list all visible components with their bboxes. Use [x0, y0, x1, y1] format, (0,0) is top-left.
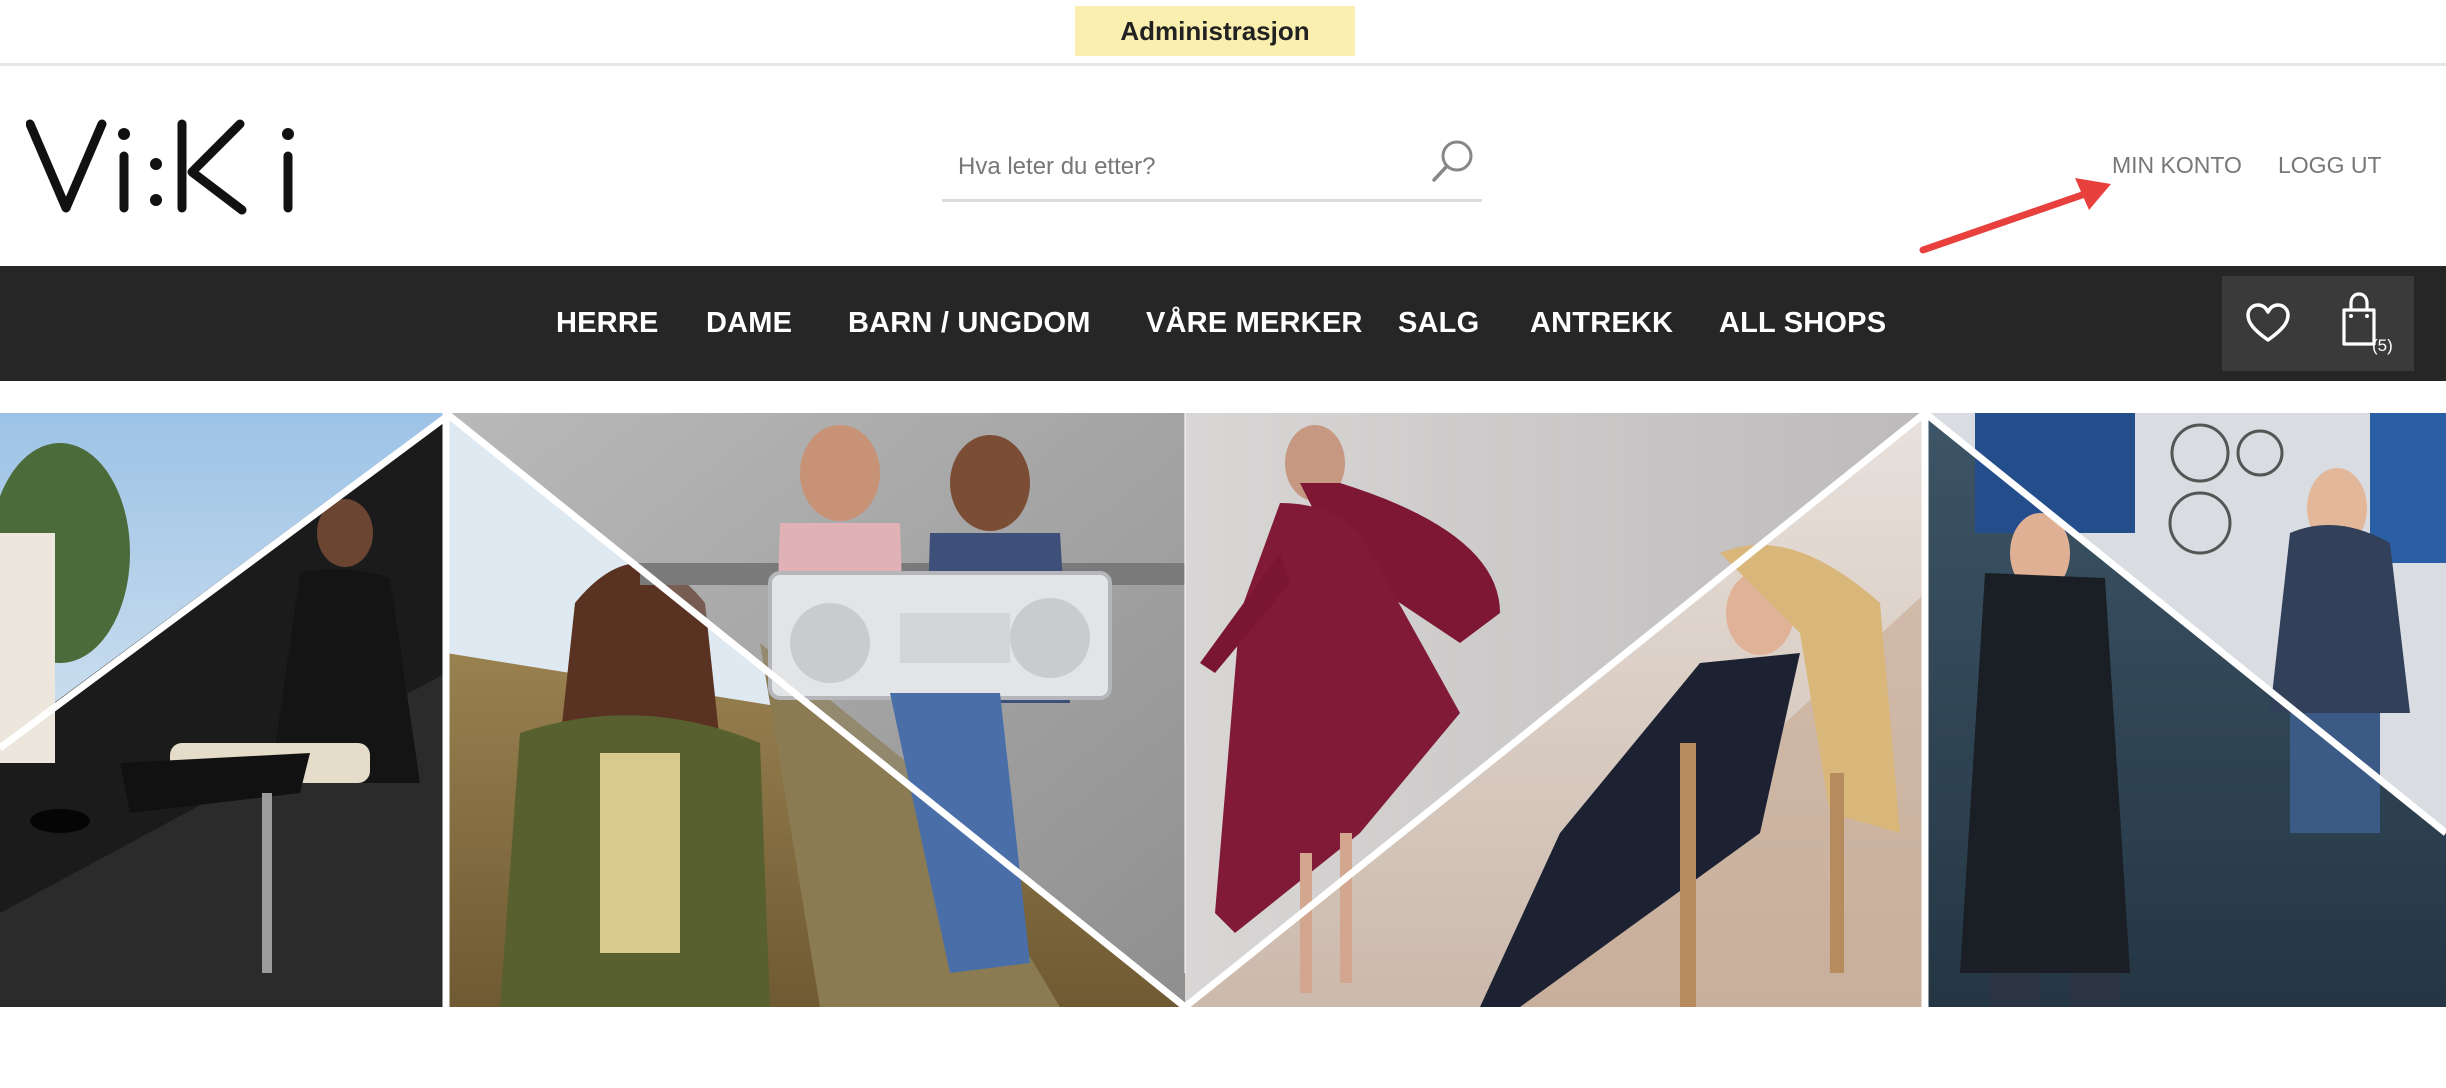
annotation-arrow-icon: [1919, 178, 2111, 254]
search-input[interactable]: [958, 142, 1398, 192]
nav-item-all-shops[interactable]: ALL SHOPS: [1719, 266, 1886, 381]
nav-item-vare-merker[interactable]: VÅRE MERKER: [1146, 266, 1363, 381]
my-account-link-wrap: MIN KONTO: [2112, 152, 2242, 186]
logo-image: [25, 119, 294, 215]
page: Administrasjon Hva leter du etter? MIN K…: [0, 0, 2446, 1088]
nav-icon-box: (5): [2222, 276, 2414, 371]
search-box: [942, 132, 1482, 202]
my-account-link[interactable]: MIN KONTO: [2112, 152, 2242, 178]
admin-bar: Administrasjon: [0, 0, 2446, 66]
heart-icon[interactable]: [2244, 300, 2292, 348]
admin-button[interactable]: Administrasjon: [1075, 6, 1355, 56]
hero-banner[interactable]: [0, 413, 2446, 1007]
logout-link[interactable]: LOGG UT: [2278, 152, 2382, 178]
main-navigation: HERRE DAME BARN / UNGDOM VÅRE MERKER SAL…: [0, 266, 2446, 381]
logout-link-wrap: LOGG UT: [2278, 152, 2382, 186]
nav-item-salg[interactable]: SALG: [1398, 266, 1479, 381]
search-icon[interactable]: [1428, 136, 1478, 186]
vikilogo[interactable]: [25, 112, 300, 222]
nav-item-dame[interactable]: DAME: [706, 266, 792, 381]
cart-count-badge: (5): [2372, 336, 2393, 355]
nav-item-herre[interactable]: HERRE: [556, 266, 659, 381]
nav-items: HERRE DAME BARN / UNGDOM VÅRE MERKER SAL…: [0, 266, 2446, 381]
hero-collage-image: [0, 413, 2446, 1007]
nav-item-barn-ungdom[interactable]: BARN / UNGDOM: [848, 266, 1091, 381]
nav-item-antrekk[interactable]: ANTREKK: [1530, 266, 1673, 381]
